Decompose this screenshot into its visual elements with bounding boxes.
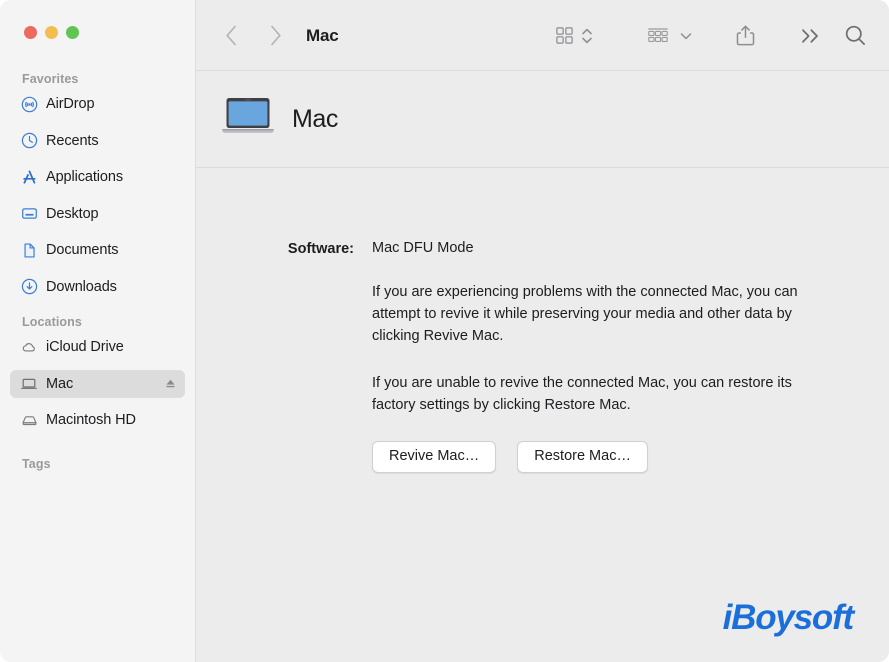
sidebar-item-applications[interactable]: Applications xyxy=(10,163,185,191)
group-by-icon[interactable] xyxy=(646,21,670,51)
laptop-icon xyxy=(20,375,38,393)
toolbar-actions xyxy=(554,21,867,51)
eject-icon[interactable] xyxy=(163,377,177,391)
search-icon[interactable] xyxy=(844,21,867,51)
iboysoft-watermark: iBoysoft xyxy=(722,598,855,637)
sidebar: Favorites AirDrop Recents Applications D… xyxy=(0,0,196,662)
chevron-up-down-icon[interactable] xyxy=(581,21,593,51)
sidebar-list: Favorites AirDrop Recents Applications D… xyxy=(0,66,195,662)
forward-button[interactable] xyxy=(260,21,290,51)
finder-window: Favorites AirDrop Recents Applications D… xyxy=(0,0,889,662)
view-mode-control[interactable] xyxy=(554,21,593,51)
double-chevron-right-icon[interactable] xyxy=(800,21,822,51)
desktop-icon xyxy=(20,205,38,223)
restore-description: If you are unable to revive the connecte… xyxy=(372,375,792,413)
sidebar-item-downloads[interactable]: Downloads xyxy=(10,273,185,301)
sidebar-item-airdrop[interactable]: AirDrop xyxy=(10,90,185,118)
document-icon xyxy=(20,241,38,259)
sidebar-item-label: AirDrop xyxy=(46,96,95,112)
sidebar-item-label: iCloud Drive xyxy=(46,339,124,355)
sidebar-item-icloud-drive[interactable]: iCloud Drive xyxy=(10,333,185,361)
content-pane: Mac Mac Software: Mac DFU Mode If you ar… xyxy=(196,0,889,662)
cloud-icon xyxy=(20,338,38,356)
info-panel: Software: Mac DFU Mode If you are experi… xyxy=(196,168,889,662)
window-controls xyxy=(24,26,79,39)
sidebar-item-label: Desktop xyxy=(46,205,99,222)
sidebar-item-label: Documents xyxy=(46,242,119,258)
clock-icon xyxy=(20,132,38,150)
software-value: Mac DFU Mode xyxy=(372,240,474,256)
sidebar-item-macintosh-hd[interactable]: Macintosh HD xyxy=(10,406,185,434)
close-button[interactable] xyxy=(24,26,37,39)
info-row: Software: Mac DFU Mode If you are experi… xyxy=(196,240,889,473)
airdrop-icon xyxy=(20,95,38,113)
toolbar-title: Mac xyxy=(306,25,339,45)
back-button[interactable] xyxy=(216,21,246,51)
sidebar-item-label: Recents xyxy=(46,132,99,149)
sidebar-item-label: Applications xyxy=(46,169,123,185)
share-icon[interactable] xyxy=(735,21,756,51)
macbook-icon xyxy=(220,94,276,145)
info-content: Mac DFU Mode If you are experiencing pro… xyxy=(354,240,822,473)
revive-mac-button[interactable]: Revive Mac… xyxy=(372,441,497,473)
harddisk-icon xyxy=(20,411,38,429)
sidebar-section-tags: Tags xyxy=(22,456,51,471)
restore-mac-button[interactable]: Restore Mac… xyxy=(517,441,648,473)
software-label: Software: xyxy=(287,241,354,257)
toolbar: Mac xyxy=(196,0,889,71)
revive-description: If you are experiencing problems with th… xyxy=(372,284,798,344)
sidebar-item-mac[interactable]: Mac xyxy=(10,369,185,398)
sidebar-section-locations: Locations xyxy=(22,315,82,329)
sidebar-item-label: Macintosh HD xyxy=(46,412,136,428)
group-by-control[interactable] xyxy=(646,21,693,51)
sidebar-item-desktop[interactable]: Desktop xyxy=(10,200,185,228)
sidebar-item-label: Mac xyxy=(46,375,74,392)
chevron-down-icon[interactable] xyxy=(679,21,693,51)
minimize-button[interactable] xyxy=(45,26,58,39)
grid-view-icon[interactable] xyxy=(554,21,575,51)
zoom-button[interactable] xyxy=(66,26,79,39)
action-buttons: Revive Mac… Restore Mac… xyxy=(372,441,822,473)
downloads-icon xyxy=(20,278,38,296)
sidebar-section-favorites: Favorites xyxy=(22,72,79,86)
sidebar-item-label: Downloads xyxy=(46,278,117,295)
device-name: Mac xyxy=(292,105,339,133)
sidebar-item-recents[interactable]: Recents xyxy=(10,127,185,155)
device-header: Mac xyxy=(196,71,889,168)
sidebar-item-documents[interactable]: Documents xyxy=(10,236,185,264)
applications-icon xyxy=(20,168,38,186)
